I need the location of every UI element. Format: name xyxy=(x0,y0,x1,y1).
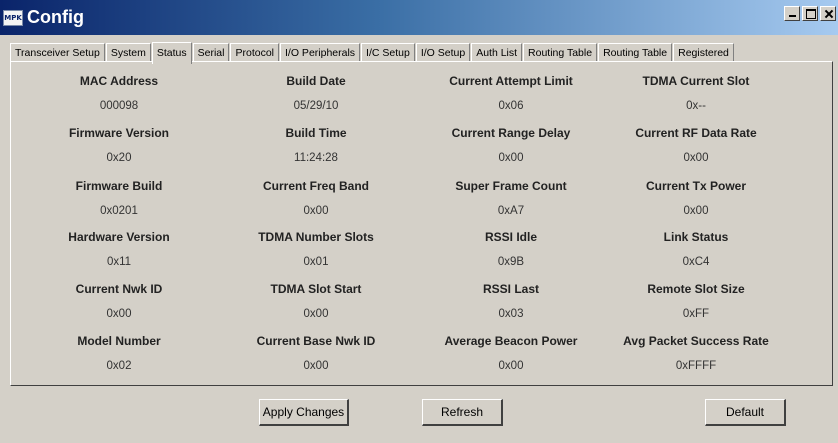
build-time-field: Build Time 11:24:28 xyxy=(216,126,416,164)
field-value: 0x9B xyxy=(497,256,525,268)
field-value: 0x06 xyxy=(498,100,524,112)
tab-io-peripherals[interactable]: I/O Peripherals xyxy=(280,43,361,62)
field-value: 0x03 xyxy=(498,308,524,320)
tab-serial[interactable]: Serial xyxy=(192,43,230,62)
maximize-icon[interactable] xyxy=(802,6,818,21)
field-value: 0xC4 xyxy=(682,256,710,268)
window-title: Config xyxy=(27,7,84,27)
apply-changes-button[interactable]: Apply Changes xyxy=(259,399,349,426)
field-label: Super Frame Count xyxy=(455,179,567,193)
tab-transceiver-setup[interactable]: Transceiver Setup xyxy=(10,43,105,62)
field-value: 0x00 xyxy=(683,205,709,217)
field-label: TDMA Current Slot xyxy=(642,74,750,88)
field-label: Current Base Nwk ID xyxy=(256,334,376,348)
field-label: Avg Packet Success Rate xyxy=(623,334,769,348)
rssi-last-field: RSSI Last 0x03 xyxy=(411,282,611,320)
field-value: 0x02 xyxy=(106,360,132,372)
field-label: Hardware Version xyxy=(68,230,170,244)
tdma-current-slot-field: TDMA Current Slot 0x-- xyxy=(596,74,796,112)
field-value: 0x00 xyxy=(303,308,329,320)
field-label: Current Tx Power xyxy=(645,179,747,193)
status-panel: MAC Address 000098 Firmware Version 0x20… xyxy=(10,61,833,386)
tab-auth-list[interactable]: Auth List xyxy=(471,43,523,62)
firmware-build-field: Firmware Build 0x0201 xyxy=(19,179,219,217)
field-value: 0x00 xyxy=(683,152,709,164)
tab-strip: Transceiver Setup System Status Serial P… xyxy=(10,41,735,64)
field-label: Current RF Data Rate xyxy=(635,126,757,140)
field-label: MAC Address xyxy=(79,74,159,88)
tdma-slot-start-field: TDMA Slot Start 0x00 xyxy=(216,282,416,320)
field-value: 0x00 xyxy=(303,360,329,372)
tdma-number-slots-field: TDMA Number Slots 0x01 xyxy=(216,230,416,268)
field-value: 0xFF xyxy=(682,308,710,320)
build-date-field: Build Date 05/29/10 xyxy=(216,74,416,112)
field-label: Build Date xyxy=(286,74,346,88)
title-bar: MPK Config xyxy=(0,0,838,35)
model-number-field: Model Number 0x02 xyxy=(19,334,219,372)
tab-routing-table-2[interactable]: Routing Table xyxy=(598,43,673,62)
current-nwk-id-field: Current Nwk ID 0x00 xyxy=(19,282,219,320)
field-label: TDMA Slot Start xyxy=(270,282,362,296)
window-controls xyxy=(782,6,836,21)
link-status-field: Link Status 0xC4 xyxy=(596,230,796,268)
field-label: Firmware Build xyxy=(75,179,163,193)
field-value: 0x00 xyxy=(498,360,524,372)
field-label: Average Beacon Power xyxy=(444,334,578,348)
field-value: 0x00 xyxy=(498,152,524,164)
firmware-version-field: Firmware Version 0x20 xyxy=(19,126,219,164)
field-label: RSSI Idle xyxy=(484,230,537,244)
field-value: 0x00 xyxy=(106,308,132,320)
current-attempt-limit-field: Current Attempt Limit 0x06 xyxy=(411,74,611,112)
field-value: 05/29/10 xyxy=(293,100,339,112)
tab-routing-table-1[interactable]: Routing Table xyxy=(523,43,598,62)
super-frame-count-field: Super Frame Count 0xA7 xyxy=(411,179,611,217)
field-value: 0xFFFF xyxy=(675,360,717,372)
refresh-button[interactable]: Refresh xyxy=(422,399,503,426)
tab-protocol[interactable]: Protocol xyxy=(230,43,280,62)
field-label: Current Freq Band xyxy=(262,179,369,193)
field-value: 0x-- xyxy=(686,100,706,112)
mac-address-field: MAC Address 000098 xyxy=(19,74,219,112)
average-beacon-power-field: Average Beacon Power 0x00 xyxy=(411,334,611,372)
tab-status[interactable]: Status xyxy=(151,42,192,64)
field-label: Model Number xyxy=(77,334,161,348)
tab-ic-setup[interactable]: I/C Setup xyxy=(361,43,415,62)
field-value: 11:24:28 xyxy=(294,152,338,164)
field-label: Firmware Version xyxy=(68,126,170,140)
hardware-version-field: Hardware Version 0x11 xyxy=(19,230,219,268)
tab-system[interactable]: System xyxy=(105,43,151,62)
current-range-delay-field: Current Range Delay 0x00 xyxy=(411,126,611,164)
current-freq-band-field: Current Freq Band 0x00 xyxy=(216,179,416,217)
remote-slot-size-field: Remote Slot Size 0xFF xyxy=(596,282,796,320)
field-label: Remote Slot Size xyxy=(647,282,745,296)
field-label: RSSI Last xyxy=(482,282,539,296)
field-value: 0x20 xyxy=(106,152,132,164)
tab-io-setup[interactable]: I/O Setup xyxy=(415,43,471,62)
field-label: Current Attempt Limit xyxy=(449,74,573,88)
field-value: 000098 xyxy=(99,100,139,112)
field-label: TDMA Number Slots xyxy=(258,230,374,244)
field-value: 0x00 xyxy=(303,205,329,217)
field-label: Current Nwk ID xyxy=(75,282,163,296)
rssi-idle-field: RSSI Idle 0x9B xyxy=(411,230,611,268)
current-rf-data-rate-field: Current RF Data Rate 0x00 xyxy=(596,126,796,164)
field-value: 0x11 xyxy=(106,256,132,268)
field-label: Link Status xyxy=(663,230,729,244)
avg-packet-success-rate-field: Avg Packet Success Rate 0xFFFF xyxy=(596,334,796,372)
default-button[interactable]: Default xyxy=(705,399,786,426)
minimize-icon[interactable] xyxy=(784,6,800,21)
current-tx-power-field: Current Tx Power 0x00 xyxy=(596,179,796,217)
field-value: 0x0201 xyxy=(100,205,138,217)
field-value: 0xA7 xyxy=(497,205,525,217)
field-value: 0x01 xyxy=(303,256,329,268)
current-base-nwk-id-field: Current Base Nwk ID 0x00 xyxy=(216,334,416,372)
app-icon: MPK xyxy=(3,9,23,26)
tab-registered[interactable]: Registered xyxy=(673,43,734,62)
close-icon[interactable] xyxy=(820,6,836,21)
field-label: Current Range Delay xyxy=(451,126,571,140)
field-label: Build Time xyxy=(285,126,347,140)
